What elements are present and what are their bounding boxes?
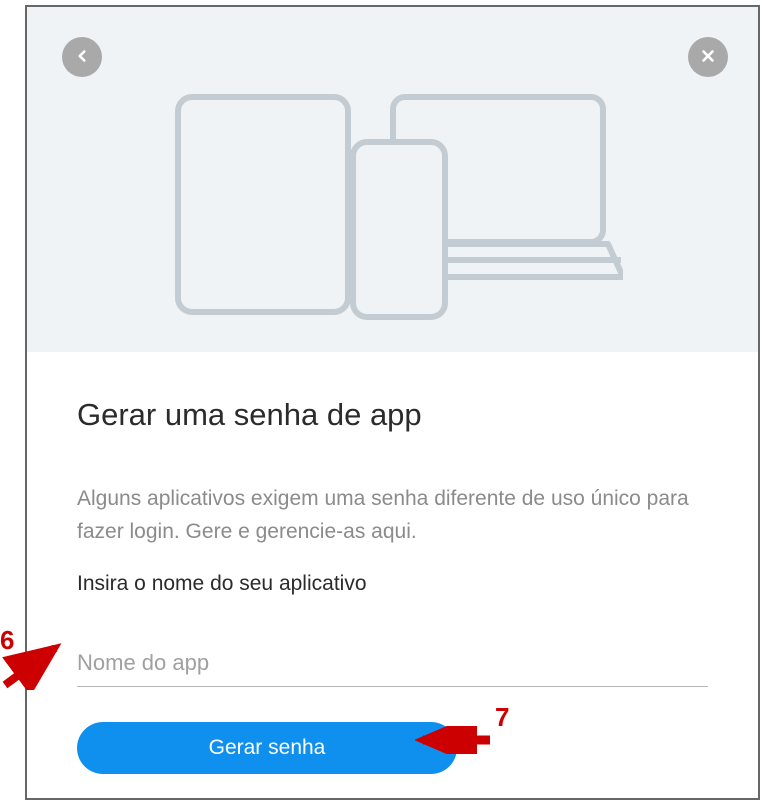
input-wrapper bbox=[77, 646, 708, 687]
app-password-dialog: Gerar uma senha de app Alguns aplicativo… bbox=[25, 5, 760, 800]
chevron-left-icon bbox=[73, 47, 91, 68]
close-icon bbox=[699, 47, 717, 68]
input-instruction: Insira o nome do seu aplicativo bbox=[77, 572, 708, 596]
app-name-input[interactable] bbox=[77, 646, 708, 687]
devices-illustration-icon bbox=[163, 82, 623, 322]
dialog-content: Gerar uma senha de app Alguns aplicativo… bbox=[27, 352, 758, 774]
generate-password-button[interactable]: Gerar senha bbox=[77, 722, 457, 774]
dialog-title: Gerar uma senha de app bbox=[77, 397, 708, 433]
close-button[interactable] bbox=[688, 37, 728, 77]
annotation-step-6-label: 6 bbox=[0, 625, 14, 656]
back-button[interactable] bbox=[62, 37, 102, 77]
dialog-description: Alguns aplicativos exigem uma senha dife… bbox=[77, 483, 708, 548]
dialog-header bbox=[27, 7, 758, 352]
